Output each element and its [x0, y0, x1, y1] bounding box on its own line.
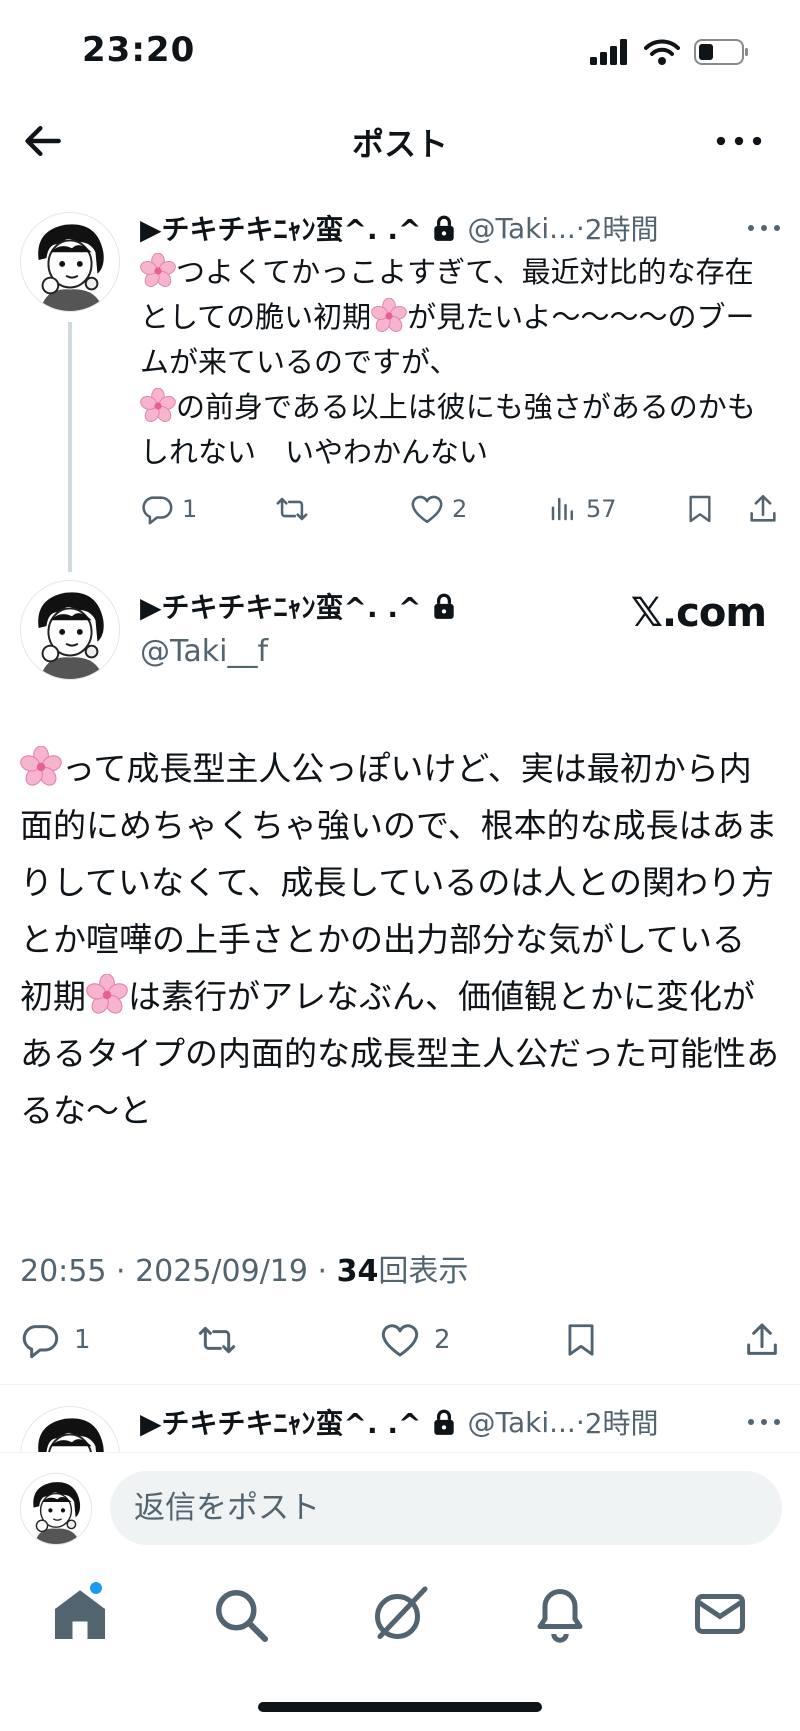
notification-dot: [90, 1582, 102, 1594]
separator-dot: ·: [575, 211, 585, 245]
lock-icon: [431, 214, 457, 242]
post-time: 2時間: [584, 1407, 659, 1440]
home-icon[interactable]: [50, 1584, 110, 1644]
cherry-blossom-icon: [86, 974, 128, 1016]
bookmark-button[interactable]: [684, 492, 716, 526]
post-more-icon[interactable]: [746, 218, 782, 238]
messages-icon[interactable]: [690, 1584, 750, 1644]
reply-composer: 返信をポスト: [0, 1452, 800, 1562]
cherry-blossom-icon: [140, 253, 176, 289]
next-post-header: ▶チキチキﾆｬﾝ蛮^. .^ @Taki... · 2時間: [140, 1402, 659, 1442]
view-count-number: 34: [336, 1254, 379, 1289]
like-count: 2: [434, 1325, 451, 1355]
views-button[interactable]: 57: [548, 492, 617, 526]
lock-icon: [431, 592, 457, 620]
post-timestamp[interactable]: 20:55 · 2025/09/19 ·: [20, 1254, 337, 1289]
reply-count: 1: [182, 495, 198, 523]
post-time: 2時間: [584, 213, 659, 246]
home-indicator[interactable]: [258, 1702, 542, 1712]
user-handle[interactable]: @Taki...: [467, 212, 575, 245]
divider: [0, 1384, 800, 1385]
status-bar: 23:20: [0, 0, 800, 100]
like-count: 2: [452, 495, 468, 523]
heart-icon: [380, 1320, 420, 1360]
share-button[interactable]: [746, 492, 780, 526]
reply-icon: [140, 492, 174, 526]
source-label: 𝕏.com: [630, 590, 767, 636]
user-handle[interactable]: @Taki__f: [140, 634, 268, 669]
cherry-blossom-icon: [20, 746, 62, 788]
repost-icon: [274, 492, 310, 526]
wifi-icon: [644, 39, 680, 65]
search-icon[interactable]: [210, 1584, 270, 1644]
reply-post-text: つよくてかっこよすぎて、最近対比的な存在としての脆い初期 が見たいよ〜〜〜〜のブー…: [140, 250, 780, 475]
cherry-blossom-icon: [140, 388, 176, 424]
bookmark-icon: [562, 1320, 600, 1360]
main-post-display-name-row: ▶チキチキﾆｬﾝ蛮^. .^: [140, 586, 457, 626]
grok-icon[interactable]: [370, 1584, 430, 1644]
view-count: 57: [586, 495, 617, 523]
nav-bar: ポスト: [0, 105, 800, 175]
cherry-blossom-icon: [371, 298, 407, 334]
page-title: ポスト: [351, 125, 448, 163]
display-name[interactable]: ▶チキチキﾆｬﾝ蛮^. .^: [140, 208, 421, 248]
avatar: [20, 1473, 92, 1545]
reply-count: 1: [74, 1325, 91, 1355]
repost-button[interactable]: [274, 492, 310, 526]
avatar[interactable]: [20, 580, 120, 680]
share-icon: [746, 492, 780, 526]
main-post-text: って成長型主人公っぽいけど、実は最初から内面的にめちゃくちゃ強いので、根本的な成…: [20, 740, 780, 1139]
bookmark-icon: [684, 492, 716, 526]
post-meta: 20:55 · 2025/09/19 · 34回表示: [20, 1246, 468, 1290]
bottom-tab-bar: [0, 1562, 800, 1682]
reply-text-part-3: の前身である以上は彼にも強さがあるのかもしれない いやわかんない: [140, 390, 756, 469]
bookmark-button[interactable]: [562, 1320, 600, 1360]
heart-icon: [410, 492, 444, 526]
avatar[interactable]: [20, 1406, 120, 1452]
reply-button[interactable]: 1: [20, 1320, 91, 1360]
main-text-part-1: って成長型主人公っぽいけど、実は最初から内面的にめちゃくちゃ強いので、根本的な成…: [20, 749, 778, 959]
reply-input[interactable]: 返信をポスト: [110, 1471, 782, 1545]
like-button[interactable]: 2: [410, 492, 467, 526]
reply-post-header: ▶チキチキﾆｬﾝ蛮^. .^ @Taki... · 2時間: [140, 208, 659, 248]
display-name[interactable]: ▶チキチキﾆｬﾝ蛮^. .^: [140, 1402, 421, 1442]
display-name[interactable]: ▶チキチキﾆｬﾝ蛮^. .^: [140, 586, 421, 626]
status-icons: [590, 38, 750, 66]
like-button[interactable]: 2: [380, 1320, 451, 1360]
repost-icon: [196, 1320, 238, 1360]
avatar[interactable]: [20, 212, 120, 312]
main-text-part-2: 初期: [20, 977, 86, 1016]
status-time: 23:20: [82, 30, 196, 70]
user-handle[interactable]: @Taki...: [467, 1406, 575, 1439]
share-icon: [742, 1320, 782, 1360]
more-options-icon[interactable]: [714, 119, 764, 163]
post-more-icon[interactable]: [746, 1412, 782, 1432]
signal-icon: [590, 39, 627, 65]
separator-dot: ·: [575, 1405, 585, 1439]
views-icon: [548, 492, 578, 526]
thread-line: [68, 322, 72, 572]
next-post[interactable]: ▶チキチキﾆｬﾝ蛮^. .^ @Taki... · 2時間: [0, 1392, 800, 1452]
main-text-part-3: は素行がアレなぶん、価値観とかに変化があるタイプの内面的な成長型主人公だった可能…: [20, 977, 779, 1130]
notifications-icon[interactable]: [530, 1584, 590, 1644]
repost-button[interactable]: [196, 1320, 238, 1360]
battery-icon: [694, 39, 748, 65]
share-button[interactable]: [742, 1320, 782, 1360]
reply-button[interactable]: 1: [140, 492, 197, 526]
lock-icon: [431, 1408, 457, 1436]
view-count-label: 回表示: [378, 1254, 469, 1289]
reply-icon: [20, 1320, 60, 1360]
